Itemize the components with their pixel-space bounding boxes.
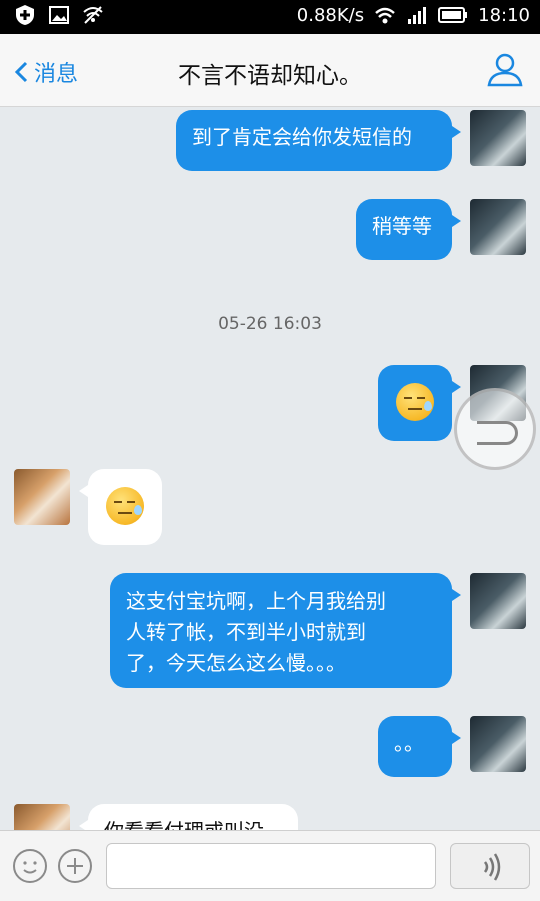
my-avatar[interactable] (470, 716, 526, 772)
message-line: 人转了帐，不到半小时就到 (126, 620, 366, 644)
message-text: 到了肯定会给你发短信的 (192, 125, 412, 149)
battery-icon (438, 7, 468, 23)
message-timestamp: 05-26 16:03 (218, 314, 322, 334)
outgoing-message[interactable]: 。。 (378, 716, 461, 777)
message-line: 了，今天怎么这么慢。。。 (126, 651, 346, 675)
wifi-icon (375, 7, 395, 24)
input-bar (0, 830, 540, 901)
smile-icon (23, 861, 37, 874)
add-button[interactable] (58, 849, 92, 883)
incoming-message[interactable] (79, 469, 162, 545)
image-icon (49, 6, 69, 24)
message-text: 你看看付理或叫没 (104, 819, 264, 830)
message-list[interactable]: 到了肯定会给你发短信的 稍等等 05-26 16:03 这支付宝坑啊，上个月我给… (0, 107, 540, 830)
emoji-button[interactable] (13, 849, 47, 883)
sweat-face-icon (106, 487, 144, 525)
outgoing-message[interactable]: 稍等等 (356, 199, 461, 260)
contact-avatar[interactable] (14, 469, 70, 525)
message-line: 这支付宝坑啊，上个月我给别 (126, 589, 386, 613)
my-avatar[interactable] (470, 199, 526, 255)
plus-icon (67, 858, 83, 874)
contact-avatar[interactable] (14, 804, 70, 830)
outgoing-message[interactable]: 到了肯定会给你发短信的 (176, 110, 461, 171)
page-title: 不言不语却知心。 (178, 63, 362, 89)
network-speed: 0.88K/s (296, 4, 365, 26)
shield-plus-icon (16, 5, 34, 25)
message-input[interactable] (106, 843, 436, 889)
message-text: 稍等等 (372, 214, 432, 238)
message-text: 。。 (394, 731, 424, 755)
chat-header: 消息 不言不语却知心。 (0, 34, 540, 107)
signal-icon (408, 7, 427, 24)
floating-assist-button[interactable] (454, 388, 536, 470)
sweat-face-icon (396, 383, 434, 421)
profile-icon[interactable] (486, 50, 524, 88)
incoming-message[interactable]: 你看看付理或叫没 (79, 804, 298, 830)
status-bar: 0.88K/s 18:10 (0, 0, 540, 34)
my-avatar[interactable] (470, 573, 526, 629)
outgoing-message[interactable]: 这支付宝坑啊，上个月我给别 人转了帐，不到半小时就到 了，今天怎么这么慢。。。 (110, 573, 461, 688)
voice-icon (483, 853, 501, 881)
clock: 18:10 (478, 4, 530, 26)
outgoing-message[interactable] (378, 365, 461, 441)
wifi-off-icon (83, 6, 103, 24)
my-avatar[interactable] (470, 110, 526, 166)
voice-button[interactable] (450, 843, 530, 889)
